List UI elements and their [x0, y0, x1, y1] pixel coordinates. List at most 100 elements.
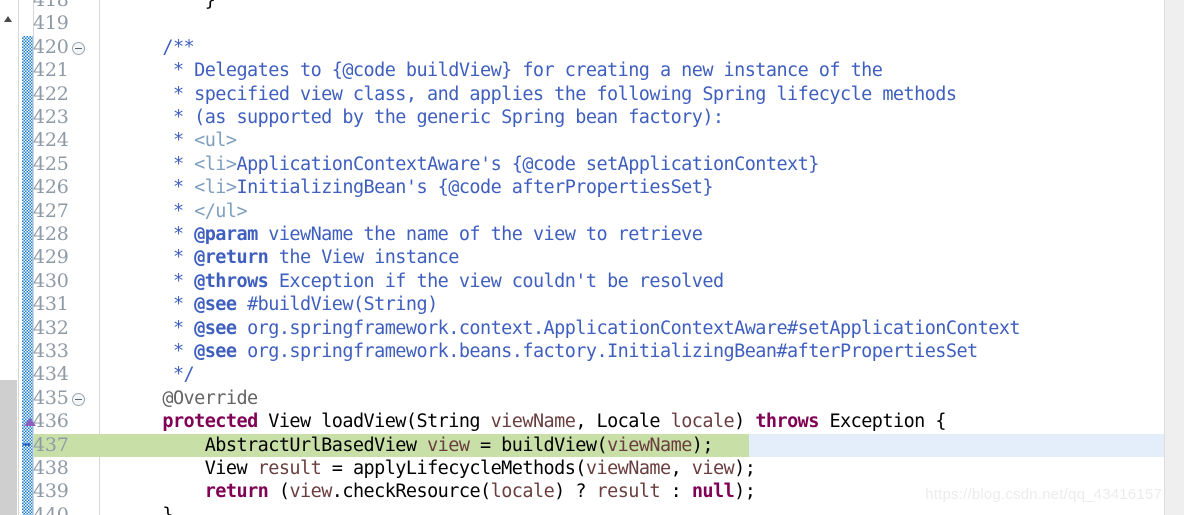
- code-line-text: */: [120, 363, 195, 386]
- code-line-text: * @return the View instance: [120, 246, 459, 269]
- code-token: viewName: [490, 411, 576, 433]
- code-editor[interactable]: 418 } 419 420 /** 421 * Delegates to {@code…: [0, 0, 1184, 515]
- code-token: return: [204, 481, 269, 503]
- line-number: 418: [33, 0, 69, 11]
- line-number: 434: [33, 363, 69, 386]
- code-line-text: * <ul>: [120, 129, 237, 152]
- code-line[interactable]: 426 * <li>InitializingBean's {@code afte…: [0, 176, 1165, 199]
- line-number: 423: [33, 106, 69, 128]
- code-line[interactable]: 438 View result = applyLifecycleMethods(…: [0, 457, 1165, 480]
- code-token: , Locale: [575, 411, 671, 433]
- code-line[interactable]: 422 * specified view class, and applies …: [0, 83, 1165, 106]
- code-line-text: * @see org.springframework.context.Appli…: [120, 317, 1021, 340]
- code-token: @see: [194, 341, 237, 362]
- code-token: InitializingBean's {@code afterPropertie…: [236, 177, 713, 199]
- code-token: *: [120, 317, 195, 339]
- vertical-scrollbar[interactable]: [1164, 0, 1184, 515]
- code-token: </ul>: [194, 200, 248, 222]
- code-token: *: [120, 270, 195, 292]
- code-lines-container[interactable]: 418 } 419 420 /** 421 * Delegates to {@code…: [0, 0, 1165, 515]
- code-token: org.springframework.context.ApplicationC…: [236, 317, 1020, 339]
- line-number: 425: [33, 152, 69, 175]
- line-number: 419: [33, 12, 69, 35]
- folding-collapse-icon[interactable]: [72, 392, 85, 406]
- code-line-text: * Delegates to {@code buildView} for cre…: [120, 59, 883, 82]
- code-token: *: [120, 200, 195, 222]
- code-line[interactable]: 424 * <ul>: [0, 129, 1165, 152]
- code-line[interactable]: 434 */: [0, 363, 1165, 386]
- line-number: 427: [33, 199, 69, 222]
- line-number: 437: [33, 433, 69, 456]
- code-line-text: * <li>ApplicationContextAware's {@code s…: [120, 153, 819, 176]
- code-token: *: [120, 341, 195, 362]
- code-line-text: * (as supported by the generic Spring be…: [120, 106, 724, 129]
- code-token: ApplicationContextAware's {@code setAppl…: [236, 153, 819, 175]
- code-token: #buildView(String): [236, 294, 438, 316]
- code-token: <ul>: [194, 130, 237, 152]
- code-line[interactable]: 427 * </ul>: [0, 200, 1165, 223]
- code-line[interactable]: 428 * @param viewName the name of the vi…: [0, 223, 1165, 246]
- code-token: result: [257, 458, 322, 479]
- code-token: );: [691, 434, 714, 456]
- code-line[interactable]: 425 * <li>ApplicationContextAware's {@co…: [0, 153, 1165, 176]
- code-token: view: [289, 481, 332, 503]
- code-token: AbstractUrlBasedView: [120, 434, 428, 456]
- code-line[interactable]: 420 /**: [0, 36, 1165, 59]
- code-token: = applyLifecycleMethods(: [321, 458, 587, 479]
- code-token: viewName: [607, 434, 692, 456]
- code-token: Exception if the view couldn't be resolv…: [268, 270, 724, 292]
- code-token: @see: [194, 294, 237, 316]
- code-token: @Override: [120, 387, 258, 409]
- code-line-text: AbstractUrlBasedView view = buildView(vi…: [120, 434, 714, 457]
- code-token: throws: [755, 411, 819, 433]
- debug-pointer-arrow-icon[interactable]: ➡: [22, 436, 36, 452]
- code-token: view: [691, 458, 735, 479]
- line-number: 422: [33, 82, 69, 105]
- code-token: <li>: [194, 153, 237, 175]
- code-line[interactable]: 433 * @see org.springframework.beans.fac…: [0, 340, 1165, 363]
- code-line[interactable]: 440 }: [0, 504, 1165, 515]
- code-line[interactable]: 436 protected View loadView(String viewN…: [0, 410, 1165, 433]
- code-line-text: * @param viewName the name of the view t…: [120, 223, 703, 246]
- code-token: = buildView(: [469, 434, 608, 456]
- code-token: * (as supported by the generic Spring be…: [120, 107, 724, 128]
- line-number: 440: [33, 503, 69, 515]
- code-line[interactable]: 421 * Delegates to {@code buildView} for…: [0, 59, 1165, 82]
- watermark-text: https://blog.csdn.net/qq_43416157: [925, 486, 1162, 503]
- code-token: View: [120, 458, 258, 479]
- code-line[interactable]: 419: [0, 12, 1165, 35]
- code-line-text: * </ul>: [120, 200, 248, 223]
- code-line-text: * specified view class, and applies the …: [120, 83, 957, 106]
- code-line[interactable]: 435 @Override: [0, 387, 1165, 410]
- code-token: locale: [670, 411, 735, 433]
- folding-collapse-icon[interactable]: [72, 41, 85, 55]
- code-line[interactable]: 437 AbstractUrlBasedView view = buildVie…: [0, 434, 1165, 457]
- line-number: 438: [33, 457, 69, 479]
- code-token: * Delegates to {@code buildView} for cre…: [120, 60, 883, 82]
- code-line-text: * @throws Exception if the view couldn't…: [120, 270, 724, 293]
- code-line[interactable]: 432 * @see org.springframework.context.A…: [0, 317, 1165, 340]
- code-line[interactable]: 429 * @return the View instance: [0, 246, 1165, 269]
- override-marker-icon[interactable]: [24, 418, 36, 427]
- code-line[interactable]: 431 * @see #buildView(String): [0, 293, 1165, 316]
- code-line-text: /**: [120, 36, 194, 59]
- code-line-text: View result = applyLifecycleMethods(view…: [120, 457, 756, 480]
- code-line[interactable]: 430 * @throws Exception if the view coul…: [0, 270, 1165, 293]
- code-line-text: * <li>InitializingBean's {@code afterPro…: [120, 176, 714, 199]
- code-token: */: [120, 364, 195, 386]
- code-token: *: [120, 224, 195, 245]
- code-token: :: [660, 481, 692, 503]
- code-token: @return: [194, 247, 269, 269]
- code-token: );: [734, 458, 756, 479]
- code-token: @param: [194, 224, 258, 245]
- code-token: *: [120, 247, 195, 269]
- code-token: *: [120, 130, 195, 152]
- code-token: viewName: [585, 458, 671, 479]
- code-token: /**: [120, 36, 195, 58]
- code-line[interactable]: 418 }: [0, 0, 1165, 12]
- code-line[interactable]: 423 * (as supported by the generic Sprin…: [0, 106, 1165, 129]
- code-token: (: [268, 481, 290, 503]
- code-token: View loadView(String: [257, 411, 491, 433]
